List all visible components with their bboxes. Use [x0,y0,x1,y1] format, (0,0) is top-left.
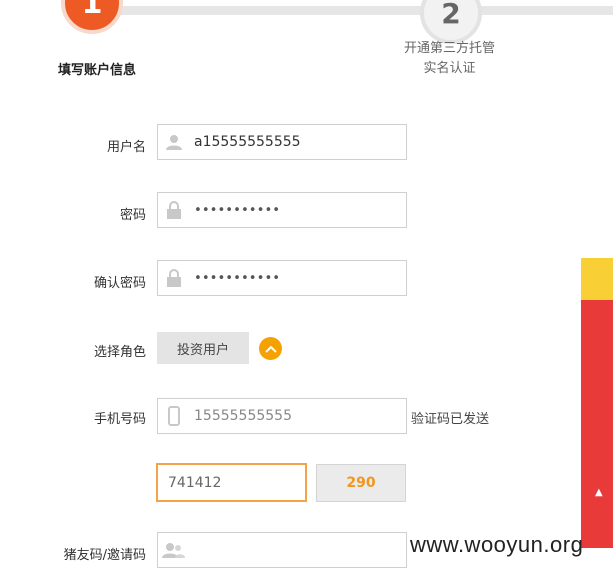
side-banner-top [581,258,613,300]
confirm-password-value: ••••••••••• [194,270,281,286]
password-field[interactable]: ••••••••••• [157,192,407,228]
side-promo-banner[interactable]: ▲ [581,258,613,548]
resend-countdown-button[interactable]: 290 [316,464,406,502]
watermark: www.wooyun.org [410,532,584,557]
username-label: 用户名 [106,140,146,155]
role-select-button[interactable]: 投资用户 [157,332,249,364]
phone-label: 手机号码 [93,412,146,427]
step-2-label-line2: 实名认证 [423,61,476,76]
caret-up-icon: ▲ [595,487,603,498]
lock-icon [158,193,190,227]
phone-icon [158,399,190,433]
confirm-password-field[interactable]: ••••••••••• [157,260,407,296]
phone-value: 15555555555 [194,408,292,424]
password-label: 密码 [119,208,146,223]
username-value: a15555555555 [194,134,301,150]
user-icon [158,125,190,159]
confirm-password-label: 确认密码 [93,276,146,291]
users-icon [158,533,190,567]
code-sent-hint: 验证码已发送 [411,412,490,427]
chevron-up-icon[interactable] [259,337,282,360]
username-field[interactable]: a15555555555 [157,124,407,160]
step-1-label: 填写账户信息 [58,63,137,78]
step-2-circle: 2 [420,0,482,44]
invite-code-label: 猪友码/邀请码 [63,548,146,563]
invite-code-field[interactable] [157,532,407,568]
lock-icon [158,261,190,295]
step-1-number: 1 [81,0,103,21]
sms-code-input[interactable]: 741412 [156,463,307,502]
progress-track [110,6,613,15]
phone-field[interactable]: 15555555555 [157,398,407,434]
step-1-circle: 1 [61,0,123,34]
step-2-number: 2 [441,0,461,30]
role-label: 选择角色 [93,345,146,360]
password-value: ••••••••••• [194,202,281,218]
step-2-label: 开通第三方托管 实名认证 [392,39,507,79]
step-2-label-line1: 开通第三方托管 [403,41,495,56]
